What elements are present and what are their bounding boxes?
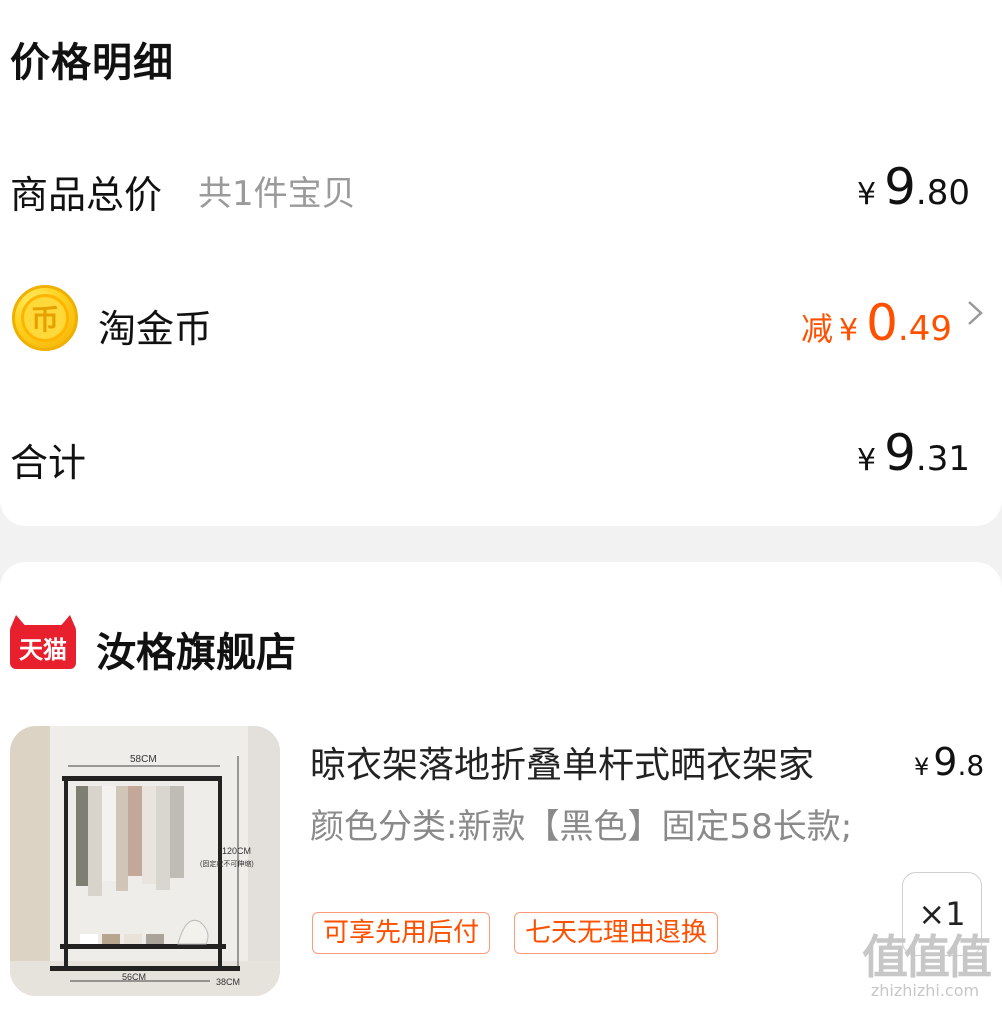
price-integer: 9 xyxy=(884,424,916,482)
price-integer: 0 xyxy=(866,294,898,352)
height-dimension-label: 120CM xyxy=(222,846,251,856)
yen-symbol: ¥ xyxy=(857,177,877,212)
price-decimal: .31 xyxy=(915,439,970,479)
yen-symbol: ¥ xyxy=(839,313,859,348)
fixed-model-note: (固定款不可伸缩) xyxy=(200,859,254,868)
product-price: ¥ 9 .8 xyxy=(914,740,984,784)
total-label: 合计 xyxy=(10,441,87,485)
coin-glyph: 币 xyxy=(21,294,69,342)
product-title[interactable]: 晾衣架落地折叠单杆式晒衣架家 xyxy=(310,736,814,788)
tmall-logo: 天猫 xyxy=(10,615,76,669)
watermark-logo: 值值值 xyxy=(862,930,992,984)
watermark-url: zhizhizhi.com xyxy=(870,981,980,1000)
product-image[interactable]: 58CM 120CM (固定款不可伸缩) 56CM 38CM xyxy=(10,726,280,996)
clothes-rack-illustration: 58CM 120CM (固定款不可伸缩) 56CM 38CM xyxy=(10,726,280,996)
product-spec: 颜色分类:新款【黑色】固定58长款; xyxy=(310,807,853,847)
price-decimal: .8 xyxy=(957,749,985,782)
taojinbi-discount[interactable]: 减 ¥ 0 .49 xyxy=(801,294,952,352)
shop-name[interactable]: 汝格旗舰店 xyxy=(96,620,296,678)
total-price: ¥ 9 .31 xyxy=(857,424,970,482)
taojinbi-coin-icon: 币 xyxy=(12,285,78,351)
price-integer: 9 xyxy=(884,158,916,216)
yen-symbol: ¥ xyxy=(857,443,877,478)
taojinbi-label: 淘金币 xyxy=(98,307,213,351)
tag-pay-later: 可享先用后付 xyxy=(312,912,491,954)
tag-seven-day-return: 七天无理由退换 xyxy=(514,912,719,954)
depth-dimension-label: 38CM xyxy=(216,977,240,987)
goods-count-text: 共1件宝贝 xyxy=(198,174,356,214)
goods-total-price: ¥ 9 .80 xyxy=(857,158,970,216)
price-decimal: .49 xyxy=(897,309,952,349)
price-decimal: .80 xyxy=(915,173,970,213)
yen-symbol: ¥ xyxy=(914,753,930,781)
price-integer: 9 xyxy=(933,740,958,784)
goods-total-label: 商品总价 xyxy=(10,173,163,217)
discount-prefix: 减 xyxy=(801,310,834,348)
chevron-right-icon[interactable] xyxy=(962,300,988,326)
tmall-logo-text: 天猫 xyxy=(10,625,76,669)
price-detail-title: 价格明细 xyxy=(10,40,174,86)
width-dimension-label: 58CM xyxy=(130,754,157,765)
watermark: 值值值 zhizhizhi.com xyxy=(850,932,1000,1000)
base-width-label: 56CM xyxy=(122,972,146,982)
